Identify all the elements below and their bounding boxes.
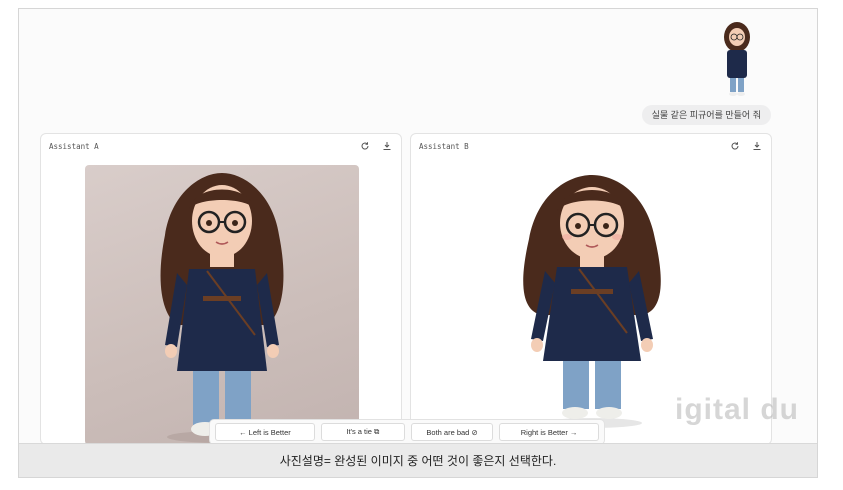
download-icon[interactable] — [751, 140, 763, 152]
assistant-b-actions — [729, 140, 763, 152]
assistant-a-actions — [359, 140, 393, 152]
assistant-a-header: Assistant A — [41, 134, 401, 158]
assistant-a-panel: Assistant A — [40, 133, 402, 445]
left-is-better-button[interactable]: ← Left is Better — [215, 423, 315, 441]
assistant-b-title: Assistant B — [419, 141, 469, 151]
download-icon[interactable] — [381, 140, 393, 152]
watermark-logo: igital du — [675, 393, 799, 426]
user-message-bubble: 실물 같은 피규어를 만들어 줘 — [641, 105, 771, 125]
vote-bar: ← Left is Better It's a tie ⧉ Both are b… — [209, 419, 605, 445]
photo-caption: 사진설명= 완성된 이미지 중 어떤 것이 좋은지 선택한다. — [19, 443, 817, 477]
both-bad-button[interactable]: Both are bad ⊘ — [410, 423, 494, 441]
screenshot-frame: 실물 같은 피규어를 만들어 줘 Assistant A Assistant B… — [18, 8, 818, 478]
assistant-a-generated-image[interactable] — [85, 165, 359, 444]
assistant-b-header: Assistant B — [411, 134, 771, 158]
tie-button[interactable]: It's a tie ⧉ — [320, 423, 405, 441]
right-is-better-button[interactable]: Right is Better → — [499, 423, 599, 441]
assistant-a-title: Assistant A — [49, 141, 99, 151]
user-uploaded-image[interactable] — [715, 17, 759, 101]
refresh-icon[interactable] — [729, 140, 741, 152]
refresh-icon[interactable] — [359, 140, 371, 152]
